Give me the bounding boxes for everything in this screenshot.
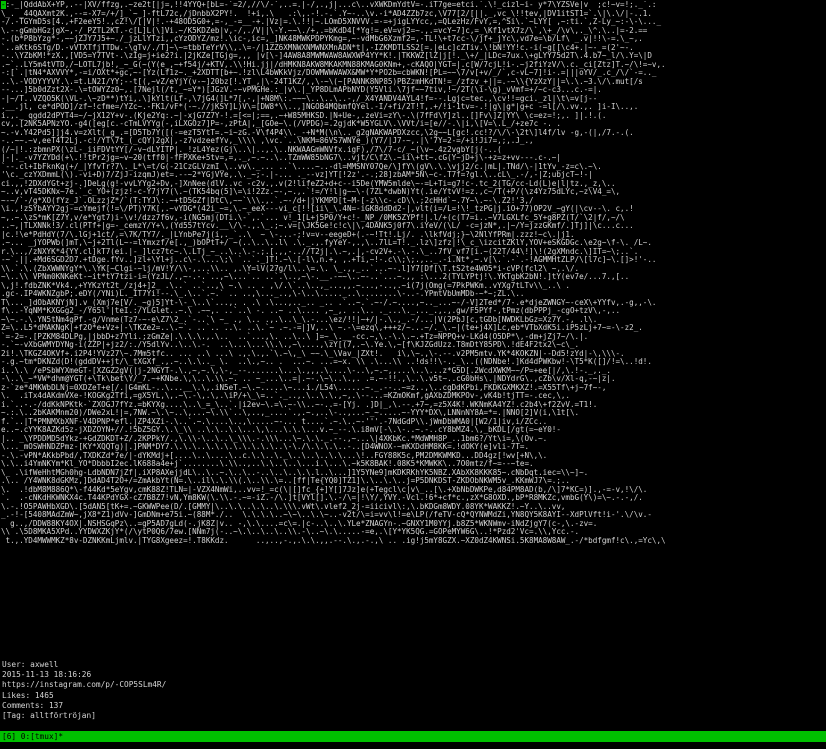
tmux-window-list[interactable]: [6] 0:[tmux]*	[0, 732, 63, 741]
terminal-cursor: -	[1, 1, 6, 9]
post-timestamp: 2015-11-13 18:16:26	[2, 670, 92, 680]
post-likes: Likes: 1465	[2, 690, 54, 700]
post-url: https://instagram.com/p/-COP5SLm4R/	[2, 680, 167, 690]
ascii-art-image: -:-_|QddAbX+YP,.--|XV/ffzg,.~ze2t[|j=,!!…	[1, 1, 825, 649]
ascii-art-line: t.,.YD4MWWMKZ*8v-DZNKKmLjmlv.|TYG8Xgeez=…	[1, 535, 666, 545]
post-user: User: axwell	[2, 660, 59, 669]
terminal-window[interactable]: -:-_|QddAbX+YP,.--|XV/ffzg,.~ze2t[|j=,!!…	[0, 0, 826, 730]
post-tag: [Tag: alltförtröjan]	[2, 711, 96, 721]
post-comments: Comments: 137	[2, 700, 64, 710]
post-info: User: axwell 2015-11-13 18:16:26 https:/…	[2, 660, 402, 721]
tmux-status-bar[interactable]: [6] 0:[tmux]*	[0, 731, 826, 742]
